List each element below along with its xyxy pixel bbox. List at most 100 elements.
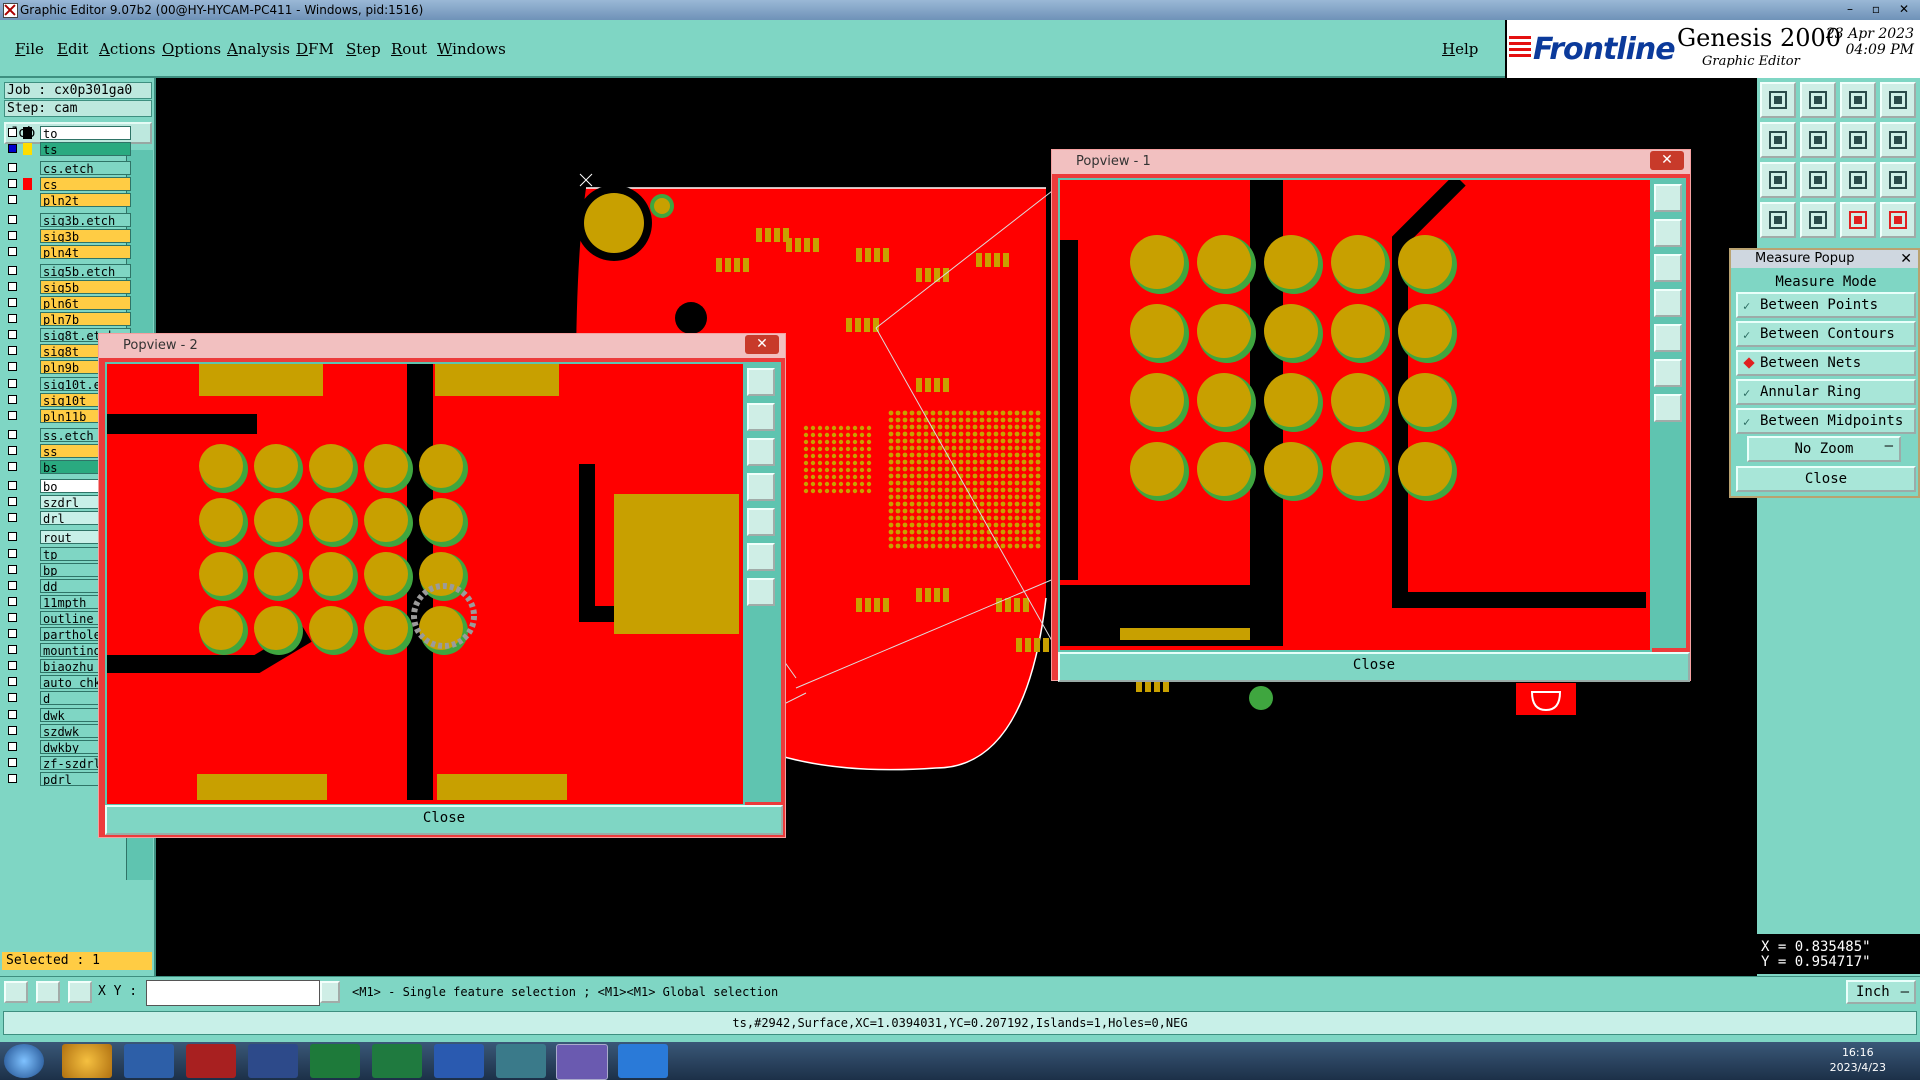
- measure-option[interactable]: ✓ Between Contours: [1736, 321, 1916, 347]
- layer-color-swatch[interactable]: [23, 162, 32, 175]
- layer-visibility-checkbox[interactable]: [8, 394, 17, 404]
- menu-analysis[interactable]: Analysis: [227, 40, 290, 58]
- layer-visibility-checkbox[interactable]: [8, 362, 17, 372]
- layer-visibility-checkbox[interactable]: [8, 128, 17, 137]
- minimize-button[interactable]: –: [1838, 1, 1862, 18]
- popview-zoom-icon[interactable]: [1654, 219, 1682, 247]
- layer-name[interactable]: cs: [40, 177, 131, 192]
- popview-zoom-icon[interactable]: [1654, 184, 1682, 212]
- layer-name[interactable]: pln2t: [40, 193, 131, 208]
- layer-visibility-checkbox[interactable]: [8, 661, 17, 671]
- popview-zoom-icon[interactable]: [747, 578, 775, 606]
- layer-color-swatch[interactable]: [23, 444, 32, 457]
- layer-color-swatch[interactable]: [23, 393, 32, 406]
- layer-visibility-checkbox[interactable]: [8, 709, 17, 719]
- popview-1-canvas[interactable]: [1058, 178, 1652, 652]
- layer-color-swatch[interactable]: [23, 756, 32, 769]
- menu-help[interactable]: Help: [1442, 40, 1478, 58]
- layer-name[interactable]: pln7b: [40, 312, 131, 327]
- measure-option[interactable]: ✓ Annular Ring: [1736, 379, 1916, 405]
- xy-input[interactable]: [146, 980, 320, 1006]
- layer-color-swatch[interactable]: [23, 531, 32, 544]
- window-top-icon[interactable]: [1760, 82, 1796, 118]
- layer-color-swatch[interactable]: [23, 611, 32, 624]
- layer-visibility-checkbox[interactable]: [8, 230, 17, 240]
- measure-popup-titlebar[interactable]: Measure Popup ✕: [1731, 250, 1918, 268]
- layer-visibility-checkbox[interactable]: [8, 462, 17, 471]
- layer-color-swatch[interactable]: [23, 297, 32, 309]
- layer-color-swatch[interactable]: [23, 127, 32, 139]
- popview-1-close-button[interactable]: Close: [1058, 652, 1690, 682]
- popview-zoom-icon[interactable]: [1654, 289, 1682, 317]
- layer-row[interactable]: pln4t: [8, 244, 131, 259]
- maximize-button[interactable]: ▫: [1864, 1, 1888, 18]
- layer-color-swatch[interactable]: [23, 644, 32, 657]
- layer-row[interactable]: sig5b.etch: [8, 263, 131, 278]
- popview-2-close-button[interactable]: Close: [105, 805, 783, 835]
- layer-visibility-checkbox[interactable]: [8, 741, 17, 751]
- layer-row[interactable]: cs.etch: [8, 161, 131, 176]
- layer-color-swatch[interactable]: [23, 595, 32, 608]
- zoom-fit-icon[interactable]: [1760, 162, 1796, 198]
- measure-option[interactable]: Between Nets: [1736, 350, 1916, 376]
- popview-2-canvas[interactable]: [105, 362, 745, 806]
- layer-visibility-checkbox[interactable]: [8, 481, 17, 491]
- popview-zoom-icon[interactable]: [1654, 359, 1682, 387]
- layer-color-swatch[interactable]: [23, 345, 32, 358]
- layer-visibility-checkbox[interactable]: [8, 445, 17, 455]
- layer-visibility-checkbox[interactable]: [8, 298, 17, 307]
- layer-color-swatch[interactable]: [23, 361, 32, 374]
- popview-2-titlebar[interactable]: Popview - 2 ✕: [99, 334, 785, 358]
- undo-view-icon[interactable]: [1840, 122, 1876, 158]
- taskbar-app-icon[interactable]: [248, 1044, 298, 1078]
- window-left-icon[interactable]: [1760, 122, 1796, 158]
- layer-visibility-checkbox[interactable]: [8, 346, 17, 356]
- help-icon[interactable]: [1880, 162, 1916, 198]
- layer-row[interactable]: pln2t: [8, 193, 131, 208]
- layer-visibility-checkbox[interactable]: [8, 629, 17, 638]
- layer-visibility-checkbox[interactable]: [8, 195, 17, 205]
- taskbar-app-icon[interactable]: [372, 1044, 422, 1078]
- layer-row[interactable]: sig3b: [8, 228, 131, 243]
- layer-color-swatch[interactable]: [23, 496, 32, 509]
- layer-visibility-checkbox[interactable]: [8, 246, 17, 256]
- popview-1-titlebar[interactable]: Popview - 1 ✕: [1052, 150, 1690, 174]
- popview-2-close-x[interactable]: ✕: [745, 335, 779, 354]
- redo-view-icon[interactable]: [1880, 122, 1916, 158]
- taskbar-app-icon[interactable]: [434, 1044, 484, 1078]
- layer-visibility-checkbox[interactable]: [8, 757, 17, 767]
- layer-color-swatch[interactable]: [23, 329, 32, 342]
- menu-options[interactable]: Options: [162, 40, 221, 58]
- layer-color-swatch[interactable]: [23, 512, 32, 525]
- layer-color-swatch[interactable]: [23, 692, 32, 705]
- snap-icon[interactable]: [1880, 202, 1916, 238]
- popview-zoom-icon[interactable]: [747, 473, 775, 501]
- layer-color-swatch[interactable]: [23, 229, 32, 242]
- home-view-icon[interactable]: [1840, 82, 1876, 118]
- grid-icon[interactable]: [1800, 202, 1836, 238]
- layer-visibility-checkbox[interactable]: [8, 612, 17, 622]
- menu-dfm[interactable]: DFM: [296, 40, 334, 58]
- menu-rout[interactable]: Rout: [391, 40, 427, 58]
- popview-zoom-icon[interactable]: [747, 403, 775, 431]
- layer-row[interactable]: sig3b.etch: [8, 212, 131, 227]
- layer-color-swatch[interactable]: [23, 724, 32, 737]
- layer-color-swatch[interactable]: [23, 213, 32, 226]
- layer-color-swatch[interactable]: [23, 547, 32, 560]
- layer-row[interactable]: sig5b: [8, 279, 131, 294]
- layer-color-swatch[interactable]: [23, 377, 32, 390]
- layer-color-swatch[interactable]: [23, 563, 32, 576]
- layer-name[interactable]: sig3b.etch: [40, 212, 131, 227]
- layer-color-swatch[interactable]: [23, 579, 32, 592]
- center-icon[interactable]: [1800, 162, 1836, 198]
- popview-2-window[interactable]: Popview - 2 ✕ Close: [98, 333, 786, 838]
- layer-visibility-checkbox[interactable]: [8, 677, 17, 687]
- popview-zoom-icon[interactable]: [1654, 324, 1682, 352]
- feature-filter-icon[interactable]: [1840, 202, 1876, 238]
- layer-color-swatch[interactable]: [23, 480, 32, 493]
- popview-zoom-icon[interactable]: [747, 508, 775, 536]
- zoom-mode-select[interactable]: No Zoom –: [1747, 436, 1901, 462]
- info-icon[interactable]: [320, 981, 340, 1003]
- layer-color-swatch[interactable]: [23, 772, 32, 785]
- layer-name[interactable]: cs.etch: [40, 161, 131, 176]
